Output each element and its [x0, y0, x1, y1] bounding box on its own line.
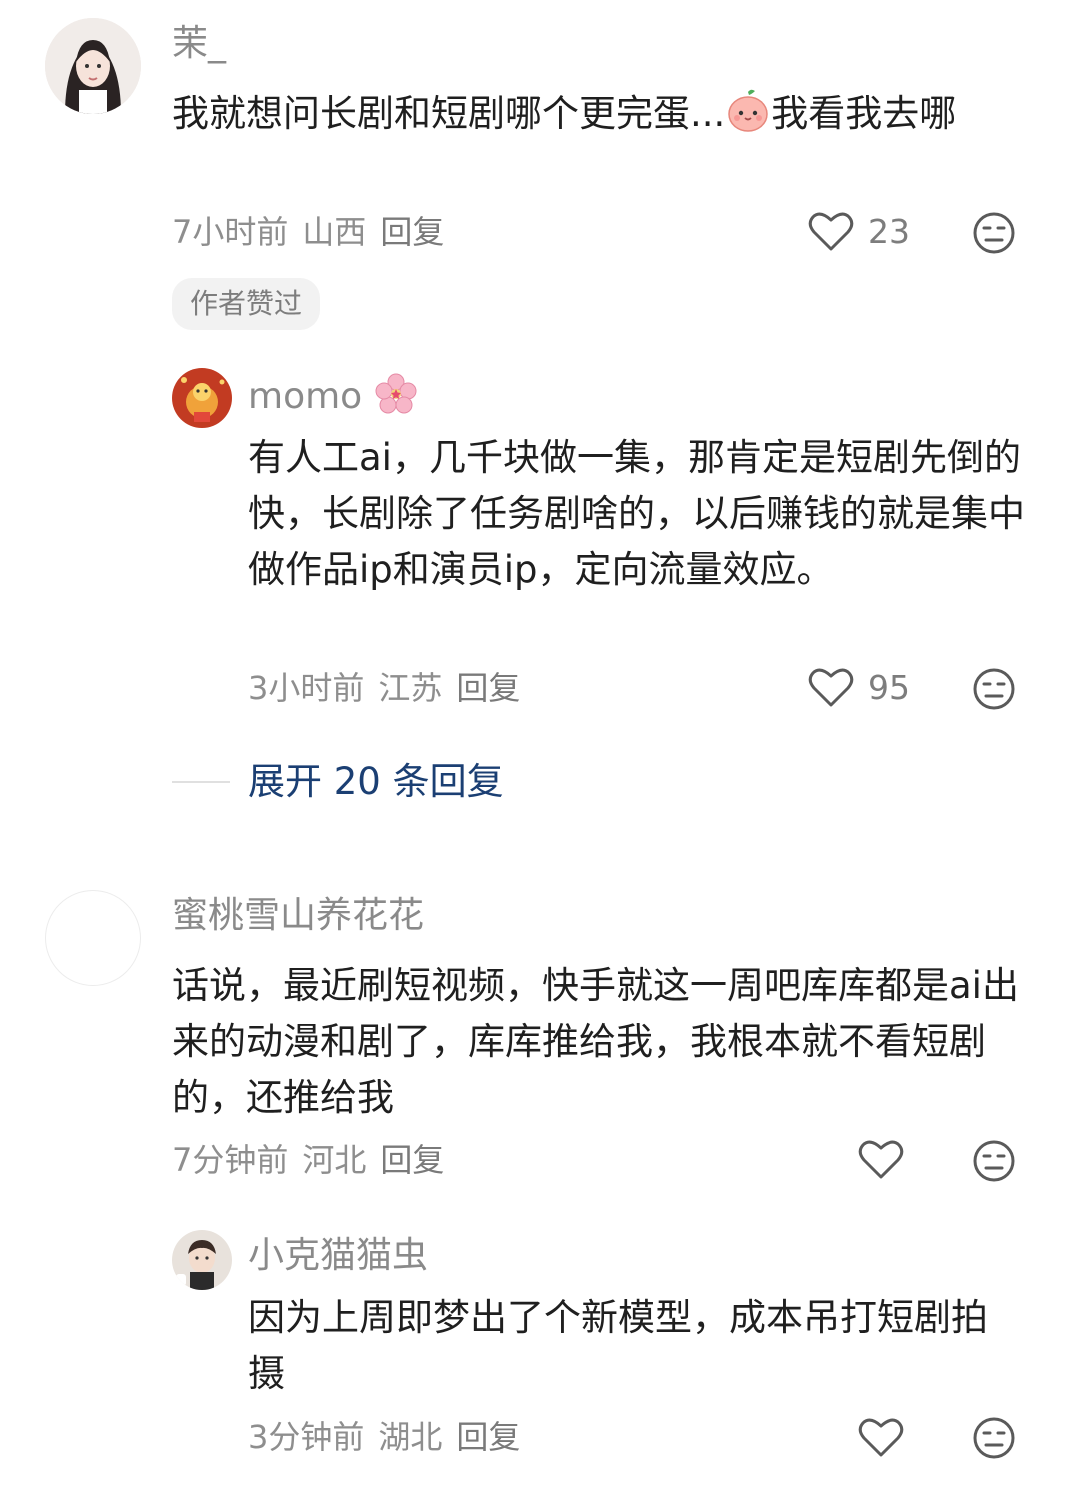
unamused-face-icon: [973, 1140, 1015, 1182]
avatar[interactable]: [45, 890, 141, 986]
dislike-button[interactable]: [972, 211, 1016, 259]
dislike-button[interactable]: [972, 1139, 1016, 1187]
peach-face-emoji: [725, 88, 771, 150]
reply-author-name[interactable]: momo: [248, 372, 418, 427]
avatar[interactable]: [172, 368, 232, 428]
comment-meta: 7分钟前 河北 回复: [172, 1140, 458, 1180]
unamused-face-icon: [973, 212, 1015, 254]
comment-text-part: 我看我去哪: [771, 92, 957, 135]
heart-outline-icon: [808, 668, 854, 707]
heart-outline-icon: [808, 212, 854, 251]
unamused-face-icon: [973, 668, 1015, 710]
reply-meta: 3小时前 江苏 回复: [248, 668, 534, 708]
heart-outline-icon: [858, 1140, 904, 1179]
reply-location: 江苏: [378, 669, 443, 707]
reply-location: 湖北: [378, 1418, 443, 1456]
comment-text: 话说，最近刷短视频，快手就这一周吧库库都是ai出来的动漫和剧了，库库推给我，我根…: [172, 964, 1019, 1119]
reply-author-name-text: momo: [248, 376, 363, 417]
cherry-blossom-emoji: [374, 372, 418, 427]
avatar[interactable]: [45, 18, 141, 114]
reply-time: 3小时前: [248, 669, 365, 707]
like-button[interactable]: 95: [808, 666, 910, 708]
reply-author-name[interactable]: 小克猫猫虫: [248, 1234, 428, 1278]
like-count: 95: [868, 667, 910, 707]
comment-text-part: 我就想问长剧和短剧哪个更完蛋...: [172, 92, 726, 135]
reply-text: 有人工ai，几千块做一集，那肯定是短剧先倒的快，长剧除了任务剧啥的，以后赚钱的就…: [248, 436, 1025, 591]
expand-divider: [172, 781, 230, 783]
like-button[interactable]: 23: [808, 210, 910, 252]
heart-outline-icon: [858, 1418, 904, 1457]
like-button[interactable]: [858, 1416, 904, 1458]
author-liked-badge: 作者赞过: [172, 278, 321, 330]
reply-button[interactable]: 回复: [380, 213, 444, 251]
dislike-button[interactable]: [972, 667, 1016, 715]
avatar[interactable]: [172, 1230, 232, 1290]
dislike-button[interactable]: [972, 1416, 1016, 1464]
comment-time: 7小时前: [172, 213, 289, 251]
unamused-face-icon: [973, 1417, 1015, 1459]
comment-time: 7分钟前: [172, 1141, 289, 1179]
comment-meta: 7小时前 山西 回复: [172, 212, 458, 252]
comment-text: 我就想问长剧和短剧哪个更完蛋... 我看我去哪: [172, 86, 1032, 150]
reply-button[interactable]: 回复: [456, 669, 520, 707]
comment-author-name[interactable]: 蜜桃雪山养花花: [172, 894, 424, 938]
reply-button[interactable]: 回复: [380, 1141, 444, 1179]
reply-button[interactable]: 回复: [456, 1418, 520, 1456]
comment-location: 河北: [302, 1141, 367, 1179]
comment-location: 山西: [302, 213, 367, 251]
like-button[interactable]: [858, 1138, 904, 1180]
expand-replies-button[interactable]: 展开 20 条回复: [248, 760, 504, 804]
comment-author-name[interactable]: 茉_: [172, 22, 226, 66]
reply-time: 3分钟前: [248, 1418, 365, 1456]
reply-text: 因为上周即梦出了个新模型，成本吊打短剧拍摄: [248, 1296, 988, 1395]
reply-meta: 3分钟前 湖北 回复: [248, 1417, 534, 1457]
like-count: 23: [868, 211, 910, 251]
